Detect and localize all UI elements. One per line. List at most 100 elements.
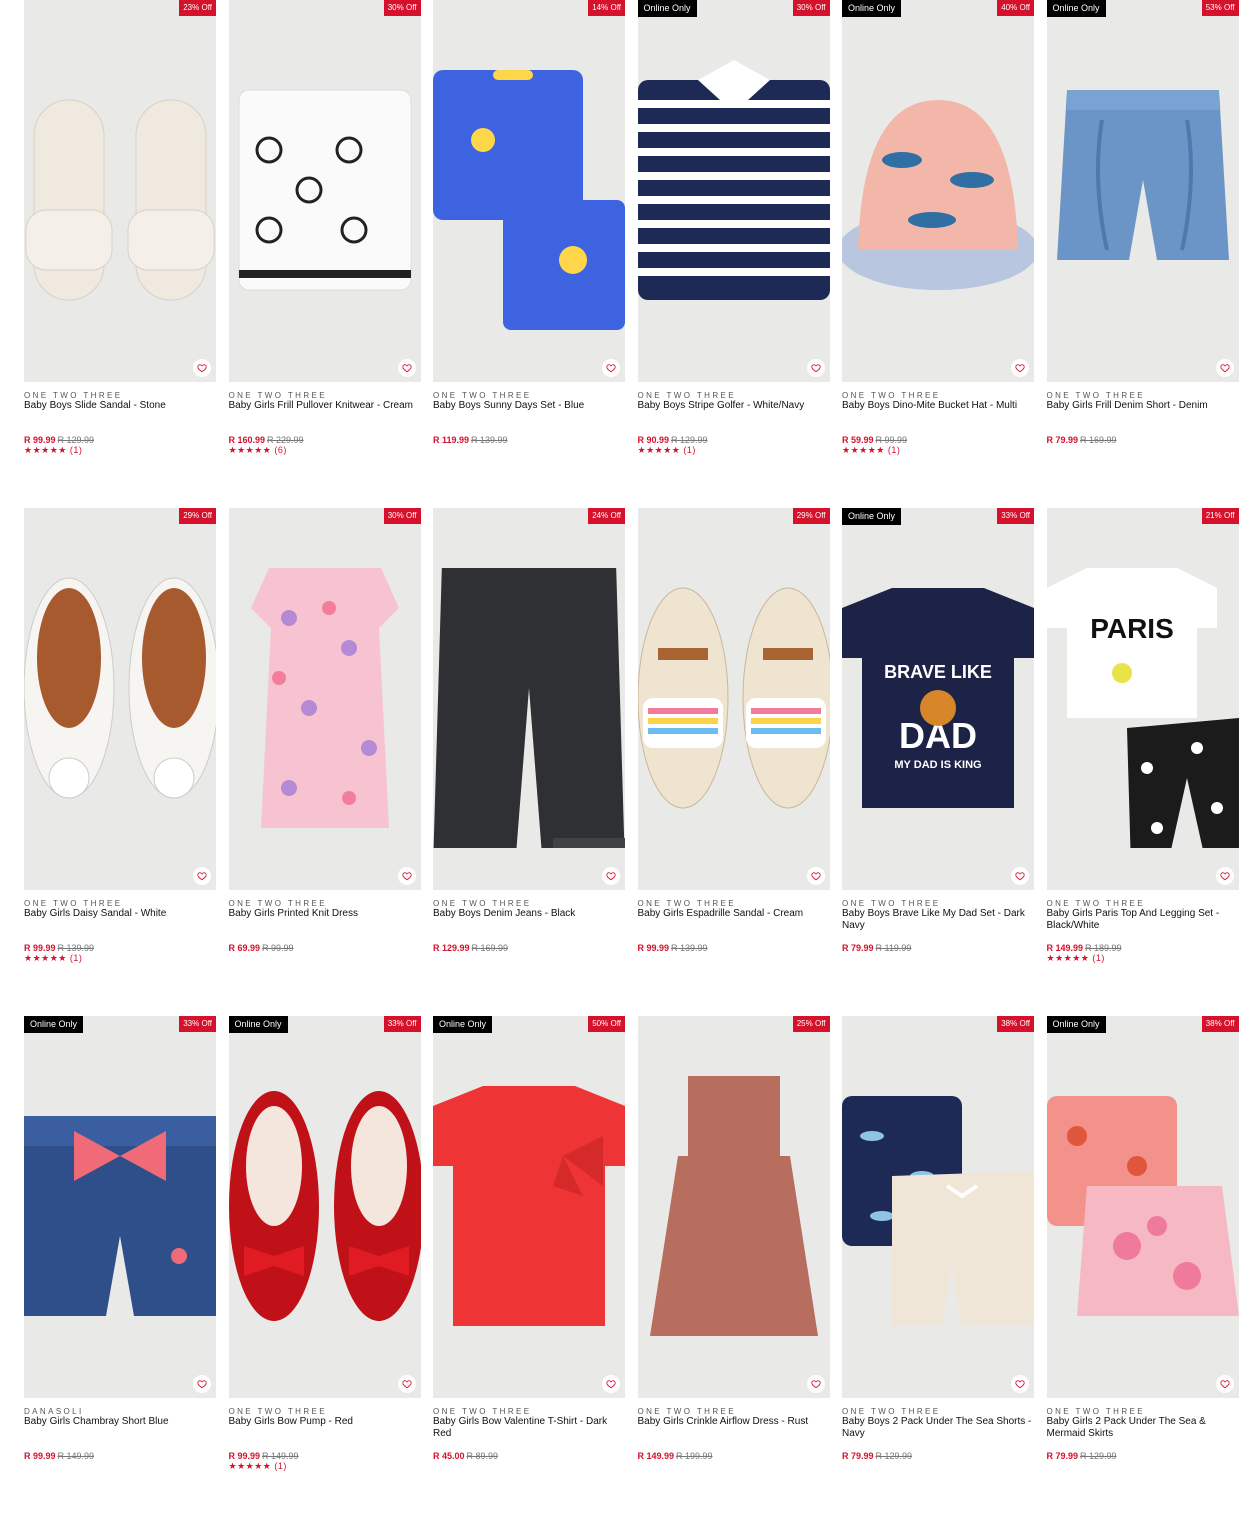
product-brand: ONE TWO THREE [842, 391, 941, 400]
wishlist-heart-button[interactable] [602, 359, 620, 377]
product-name-link[interactable]: Baby Girls 2 Pack Under The Sea & Mermai… [1047, 1416, 1239, 1440]
rating[interactable]: ★★★★★ (1) [229, 1461, 287, 1472]
wishlist-heart-button[interactable] [1011, 1375, 1029, 1393]
product-name-link[interactable]: Baby Girls Bow Valentine T-Shirt - Dark … [433, 1416, 625, 1440]
discount-badge: 30% Off [383, 0, 421, 16]
wishlist-heart-button[interactable] [1011, 359, 1029, 377]
product-image[interactable]: Online Only 50% Off [433, 1016, 625, 1398]
discount-badge: 14% Off [588, 0, 625, 16]
wishlist-heart-button[interactable] [1011, 867, 1029, 885]
product-illustration [25, 99, 215, 301]
product-name-link[interactable]: Baby Boys Slide Sandal - Stone [24, 400, 216, 412]
online-only-badge: Online Only [228, 1016, 288, 1033]
product-image[interactable]: 14% Off [433, 0, 625, 382]
product-image[interactable]: Online Only 38% Off [1046, 1016, 1239, 1398]
original-price: R 129.99 [875, 1451, 913, 1461]
product-price: R 119.99 R 139.99 [433, 435, 508, 445]
product-image[interactable]: 29% Off [637, 508, 830, 890]
wishlist-heart-button[interactable] [193, 359, 211, 377]
product-image[interactable]: Online Only 40% Off [842, 0, 1034, 382]
online-only-badge: Online Only [1046, 1016, 1106, 1033]
product-image[interactable]: 25% Off [637, 1016, 830, 1398]
product-name-link[interactable]: Baby Boys Stripe Golfer - White/Navy [638, 400, 830, 412]
product-image[interactable]: 38% Off [842, 1016, 1034, 1398]
product-brand: ONE TWO THREE [637, 391, 736, 400]
rating[interactable]: ★★★★★ (1) [24, 953, 82, 964]
wishlist-heart-button[interactable] [806, 1375, 825, 1393]
heart-icon [197, 872, 207, 881]
product-brand: ONE TWO THREE [228, 1407, 327, 1416]
discount-badge: 33% Off [997, 508, 1034, 524]
rating[interactable]: ★★★★★ (1) [842, 445, 900, 456]
heart-icon [1015, 872, 1025, 881]
heart-icon [197, 364, 207, 373]
product-image[interactable]: Online Only 53% Off [1046, 0, 1239, 382]
discount-badge: 30% Off [383, 508, 421, 524]
wishlist-heart-button[interactable] [602, 1375, 620, 1393]
rating[interactable]: ★★★★★ (1) [24, 445, 82, 456]
product-name-link[interactable]: Baby Girls Frill Denim Short - Denim [1047, 400, 1239, 412]
wishlist-heart-button[interactable] [602, 867, 620, 885]
product-name-link[interactable]: Baby Girls Printed Knit Dress [229, 908, 421, 920]
star-rating-icons: ★★★★★ [842, 445, 885, 455]
product-brand: ONE TWO THREE [1046, 391, 1145, 400]
wishlist-heart-button[interactable] [806, 867, 825, 885]
product-name-link[interactable]: Baby Boys Sunny Days Set - Blue [433, 400, 625, 412]
product-image[interactable]: Online Only 30% Off [637, 0, 830, 382]
product-price: R 99.99 R 129.99 [24, 435, 94, 445]
wishlist-heart-button[interactable] [397, 1375, 416, 1393]
product-illustration [24, 1116, 216, 1316]
original-price: R 129.99 [1080, 1451, 1117, 1461]
product-name-link[interactable]: Baby Girls Bow Pump - Red [229, 1416, 421, 1428]
heart-icon [1219, 364, 1230, 373]
review-count: (6) [274, 445, 287, 455]
wishlist-heart-button[interactable] [806, 359, 825, 377]
product-name-link[interactable]: Baby Boys Brave Like My Dad Set - Dark N… [842, 908, 1034, 932]
product-price: R 129.99 R 169.99 [433, 943, 508, 953]
original-price: R 229.99 [267, 435, 304, 445]
rating[interactable]: ★★★★★ (6) [229, 445, 287, 456]
product-image[interactable]: Online Only 33% Off [228, 1016, 421, 1398]
product-name-link[interactable]: Baby Girls Crinkle Airflow Dress - Rust [638, 1416, 830, 1428]
product-brand: ONE TWO THREE [24, 899, 123, 908]
wishlist-heart-button[interactable] [193, 1375, 211, 1393]
heart-icon [810, 364, 821, 373]
wishlist-heart-button[interactable] [397, 359, 416, 377]
product-image[interactable]: 29% Off [24, 508, 216, 890]
discount-badge: 29% Off [179, 508, 216, 524]
product-name-link[interactable]: Baby Girls Chambray Short Blue [24, 1416, 216, 1428]
discount-badge: 53% Off [1201, 0, 1239, 16]
rating[interactable]: ★★★★★ (1) [638, 445, 696, 456]
product-image[interactable]: 30% Off [228, 508, 421, 890]
wishlist-heart-button[interactable] [397, 867, 416, 885]
review-count: (1) [69, 445, 83, 455]
product-image[interactable]: 24% Off [433, 508, 625, 890]
product-illustration [433, 568, 625, 848]
product-name-link[interactable]: Baby Girls Paris Top And Legging Set - B… [1047, 908, 1239, 932]
current-price: R 129.99 [433, 943, 470, 953]
product-image[interactable]: PARIS 21% Off [1046, 508, 1239, 890]
product-image[interactable]: 30% Off [228, 0, 421, 382]
product-image[interactable]: 23% Off [24, 0, 216, 382]
product-name-link[interactable]: Baby Boys Dino-Mite Bucket Hat - Multi [842, 400, 1034, 412]
product-image[interactable]: Online Only 33% Off [24, 1016, 216, 1398]
wishlist-heart-button[interactable] [193, 867, 211, 885]
product-name-link[interactable]: Baby Boys 2 Pack Under The Sea Shorts - … [842, 1416, 1034, 1440]
wishlist-heart-button[interactable] [1215, 1375, 1234, 1393]
product-name-link[interactable]: Baby Girls Frill Pullover Knitwear - Cre… [229, 400, 421, 412]
product-name-link[interactable]: Baby Girls Espadrille Sandal - Cream [638, 908, 830, 920]
wishlist-heart-button[interactable] [1215, 867, 1234, 885]
wishlist-heart-button[interactable] [1215, 359, 1234, 377]
product-name-link[interactable]: Baby Boys Denim Jeans - Black [433, 908, 625, 920]
product-image[interactable]: BRAVE LIKE DAD MY DAD IS KING Online Only 33… [842, 508, 1034, 890]
current-price: R 79.99 [842, 943, 874, 953]
product-name-link[interactable]: Baby Girls Daisy Sandal - White [24, 908, 216, 920]
current-price: R 99.99 [637, 943, 670, 953]
star-rating-icons: ★★★★★ [1046, 953, 1090, 963]
rating[interactable]: ★★★★★ (1) [1047, 953, 1105, 964]
star-rating-icons: ★★★★★ [228, 1461, 272, 1471]
current-price: R 99.99 [24, 435, 56, 445]
discount-badge: 24% Off [588, 508, 625, 524]
heart-icon [1015, 1380, 1025, 1389]
product-price: R 99.99 R 149.99 [24, 1451, 94, 1461]
